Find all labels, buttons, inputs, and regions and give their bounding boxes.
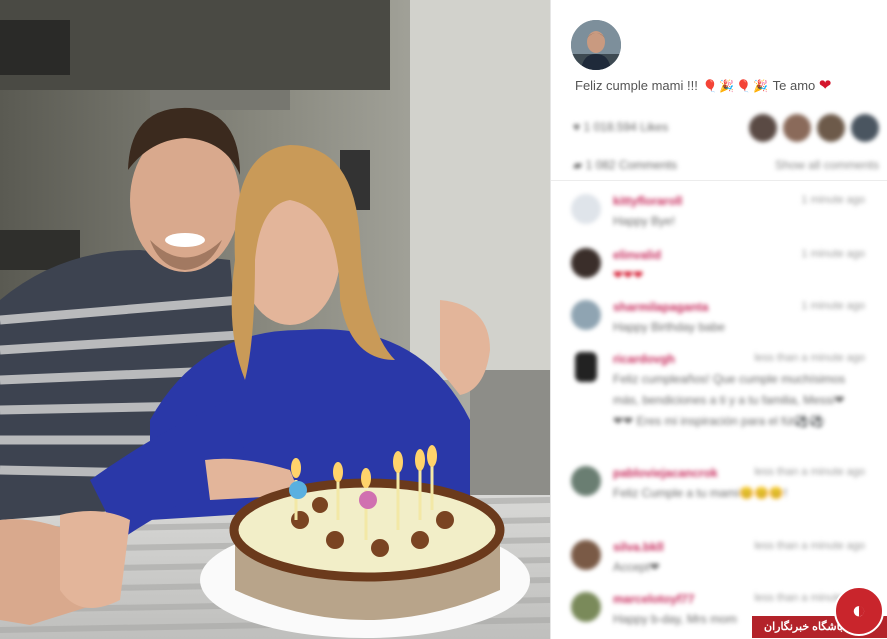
comment-username[interactable]: sharmilapaganta [613, 300, 708, 314]
comment-username[interactable]: marcelotoyf77 [613, 592, 694, 606]
party-popper-emoji: 🎉 [753, 79, 769, 93]
author-avatar[interactable] [571, 20, 621, 70]
likers-avatars [749, 114, 879, 142]
comment-time: less than a minute ago [754, 466, 865, 478]
comment-username[interactable]: kittyfloraroll [613, 194, 682, 208]
comments-text: 1 082 Comments [585, 158, 677, 172]
liker-avatar[interactable] [817, 114, 845, 142]
show-all-comments-link[interactable]: Show all comments [775, 158, 879, 172]
comment-username[interactable]: elinvalid [613, 248, 661, 262]
author-avatar-image [571, 20, 621, 70]
comment-text: Feliz Cumple a tu mami😊😊😊! [613, 486, 788, 500]
likes-text: 1 018.594 Likes [583, 120, 669, 134]
post-caption: Feliz cumple mami !!! 🎈 🎉 🎈 🎉 Te amo ❤ [575, 76, 831, 94]
comment-text: Accept❤ [613, 560, 660, 574]
birthday-photo-illustration [0, 0, 550, 639]
likes-heart-icon: ♥ [573, 120, 581, 134]
liker-avatar[interactable] [851, 114, 879, 142]
watermark-badge: باشگاه خبرنگاران ◐ [752, 586, 887, 639]
divider [551, 180, 887, 181]
comment-text: Happy Birthday babe [613, 320, 726, 334]
balloon-emoji: 🎈 [736, 79, 752, 93]
comment-item: ricardovgh less than a minute ago Feliz … [571, 352, 871, 452]
commenter-avatar[interactable] [571, 592, 601, 622]
party-popper-emoji: 🎉 [719, 79, 735, 93]
watermark-logo-icon: ◐ [834, 586, 884, 636]
caption-text: Feliz cumple mami !!! [575, 78, 698, 93]
post-photo[interactable] [0, 0, 550, 639]
commenter-avatar[interactable] [571, 466, 601, 496]
comment-time: 1 minute ago [801, 300, 865, 312]
comment-time: 1 minute ago [801, 194, 865, 206]
comment-text: Happy Bye! [613, 214, 676, 228]
post-side-panel: Feliz cumple mami !!! 🎈 🎉 🎈 🎉 Te amo ❤ ♥ 1 … [550, 0, 887, 639]
comment-username[interactable]: ricardovgh [613, 352, 675, 366]
commenter-avatar[interactable] [571, 300, 601, 330]
balloon-emoji: 🎈 [702, 79, 718, 93]
commenter-avatar[interactable] [571, 540, 601, 570]
commenter-avatar[interactable] [575, 352, 597, 382]
comment-text: ❤❤❤ [613, 268, 644, 282]
comment-text: Feliz cumpleaños! Que cumple muchísimos … [613, 372, 846, 428]
heart-icon: ❤ [818, 77, 832, 94]
comment-bubble-icon: ▰ [573, 158, 583, 172]
comment-time: less than a minute ago [754, 352, 865, 364]
comment-username[interactable]: silva.bkll [613, 540, 664, 554]
commenter-avatar[interactable] [571, 194, 601, 224]
likes-count[interactable]: ♥ 1 018.594 Likes [573, 120, 668, 134]
comment-time: 1 minute ago [801, 248, 865, 260]
liker-avatar[interactable] [749, 114, 777, 142]
commenter-avatar[interactable] [571, 248, 601, 278]
comment-time: less than a minute ago [754, 540, 865, 552]
liker-avatar[interactable] [783, 114, 811, 142]
caption-tail: Te amo [772, 78, 816, 93]
comments-count[interactable]: ▰ 1 082 Comments [573, 158, 677, 172]
comment-username[interactable]: pabloviejacancrok [613, 466, 718, 480]
